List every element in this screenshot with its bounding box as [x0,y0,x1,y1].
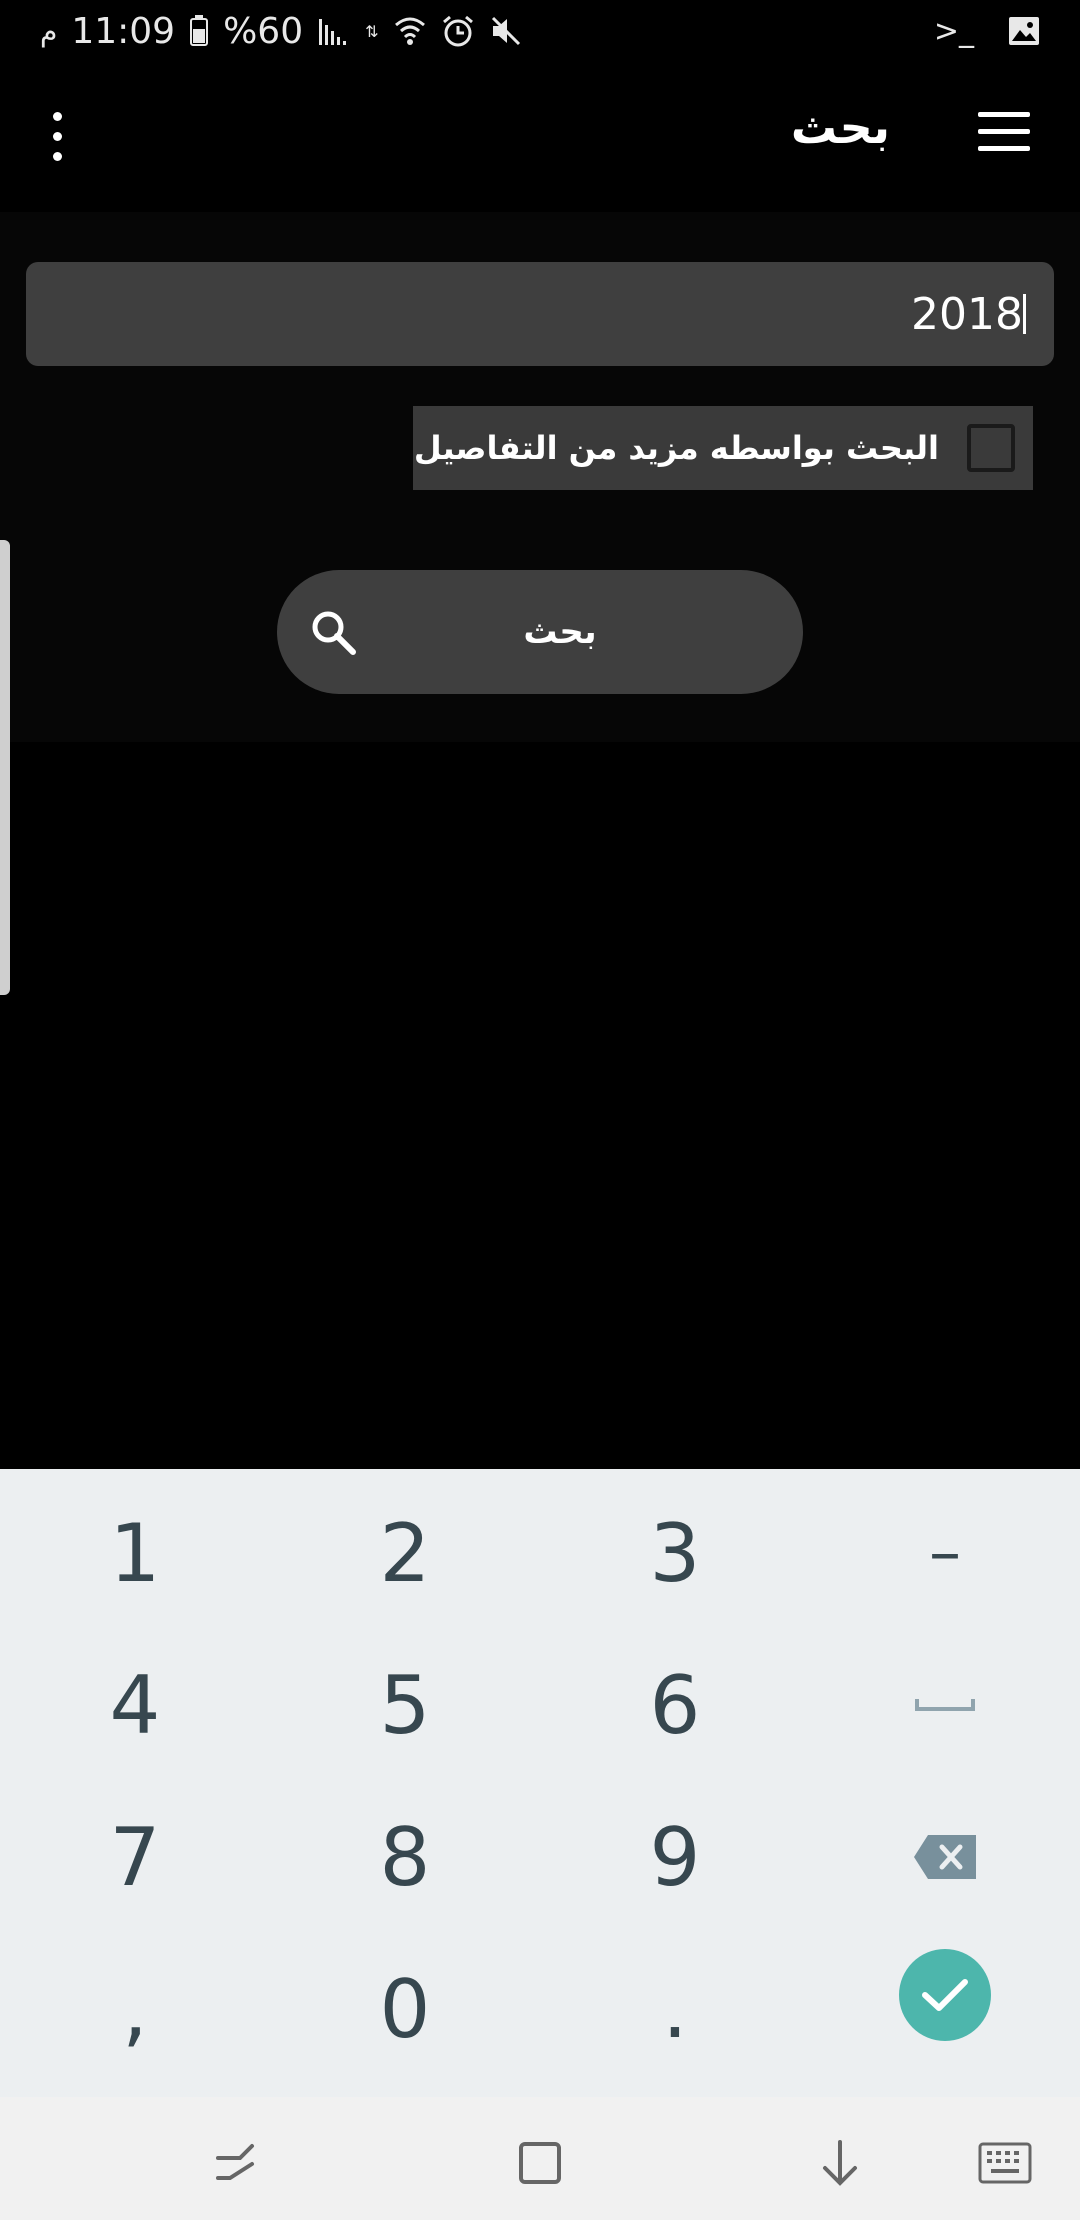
key-2[interactable]: 2 [270,1477,540,1629]
key-comma[interactable]: , [0,1933,270,2085]
text-cursor [1023,294,1026,334]
check-icon [922,1979,968,2011]
key-8[interactable]: 8 [270,1781,540,1933]
search-input[interactable]: 2018 [26,262,1054,366]
key-backspace[interactable] [810,1781,1080,1933]
system-nav-bar [0,2097,1080,2220]
alarm-icon [441,14,475,48]
mute-icon [489,15,523,47]
key-space[interactable] [810,1629,1080,1781]
key-9[interactable]: 9 [540,1781,810,1933]
key-1[interactable]: 1 [0,1477,270,1629]
battery-icon [189,15,209,47]
more-vert-icon[interactable] [50,112,64,162]
numeric-keyboard: 1 2 3 – 4 5 6 7 8 9 , 0 . [0,1469,1080,2097]
key-5[interactable]: 5 [270,1629,540,1781]
details-checkbox[interactable] [967,424,1015,472]
time-period: م [40,14,58,48]
done-button[interactable] [899,1949,991,2041]
edge-panel-handle[interactable] [0,540,10,995]
key-0[interactable]: 0 [270,1933,540,2085]
signal-icon [317,15,351,47]
search-icon [309,608,357,660]
battery-percent: %60 [223,10,304,52]
status-time: 11:09 [71,10,176,52]
key-period[interactable]: . [540,1933,810,2085]
space-icon [915,1699,975,1711]
status-left: م 11:09 %60 ⇅ [40,11,523,52]
key-done[interactable] [810,1919,1080,2071]
key-4[interactable]: 4 [0,1629,270,1781]
key-3[interactable]: 3 [540,1477,810,1629]
keyboard-switch-icon[interactable] [975,2133,1035,2193]
wifi-icon [393,15,427,47]
details-checkbox-label: البحث بواسطه مزيد من التفاصيل [413,429,939,467]
page-title: بحث [790,100,890,154]
recents-icon[interactable] [205,2133,265,2193]
hamburger-menu-icon[interactable] [978,112,1030,152]
status-right: >_ [934,14,1040,49]
image-icon [1008,16,1040,46]
terminal-icon: >_ [933,13,974,49]
data-off-icon: ⇅ [365,21,379,41]
app-toolbar: بحث [0,62,1080,212]
backspace-icon [914,1835,976,1879]
details-checkbox-row[interactable]: البحث بواسطه مزيد من التفاصيل [413,406,1033,490]
status-bar: م 11:09 %60 ⇅ >_ [0,0,1080,62]
search-button[interactable]: بحث [277,570,803,694]
key-6[interactable]: 6 [540,1629,810,1781]
key-dash[interactable]: – [810,1477,1080,1629]
key-7[interactable]: 7 [0,1781,270,1933]
home-icon[interactable] [510,2133,570,2193]
hide-keyboard-icon[interactable] [810,2133,870,2193]
search-query: 2018 [911,288,1023,340]
